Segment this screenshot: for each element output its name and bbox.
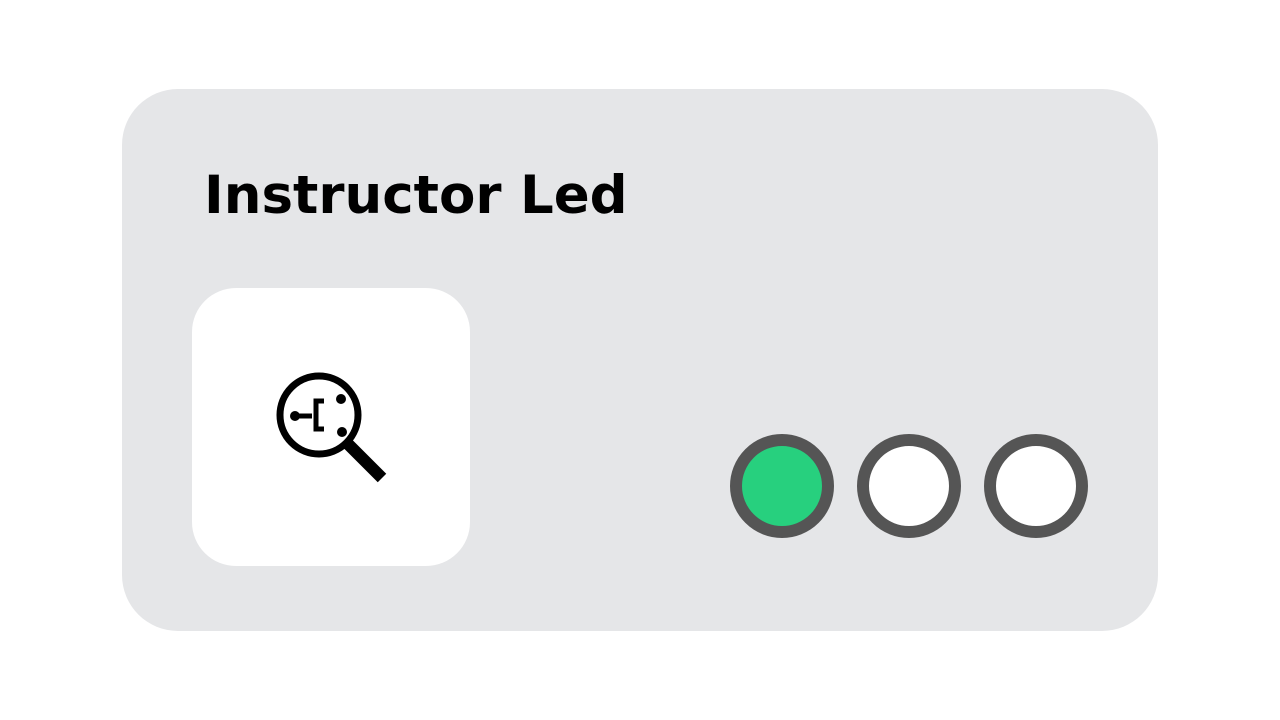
step-dot-3[interactable] — [984, 434, 1088, 538]
step-indicator — [730, 434, 1088, 538]
step-dot-1-active[interactable] — [730, 434, 834, 538]
icon-tile — [192, 288, 470, 566]
magnifier-network-icon — [276, 372, 387, 483]
instructor-led-card[interactable]: Instructor Led — [122, 89, 1158, 631]
step-dot-2[interactable] — [857, 434, 961, 538]
card-title: Instructor Led — [204, 165, 628, 226]
